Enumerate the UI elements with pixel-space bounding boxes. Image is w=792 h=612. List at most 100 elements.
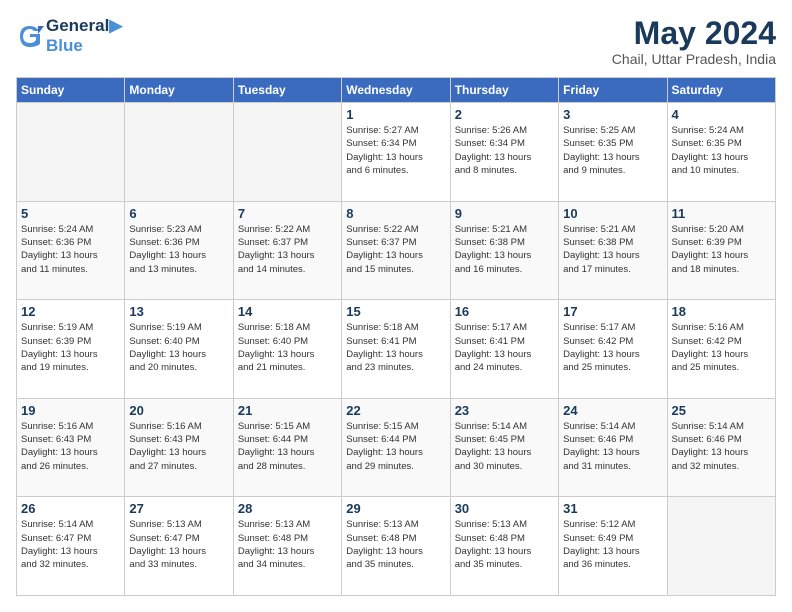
day-detail: Sunrise: 5:19 AM Sunset: 6:40 PM Dayligh… [129, 321, 228, 374]
calendar-week-row: 1 Sunrise: 5:27 AM Sunset: 6:34 PM Daylig… [17, 103, 776, 202]
day-number: 18 [672, 304, 771, 319]
day-number: 14 [238, 304, 337, 319]
day-of-week-header: Tuesday [233, 78, 341, 103]
calendar-cell: 4 Sunrise: 5:24 AM Sunset: 6:35 PM Daylig… [667, 103, 775, 202]
day-detail: Sunrise: 5:13 AM Sunset: 6:48 PM Dayligh… [455, 518, 554, 571]
calendar-header-row: SundayMondayTuesdayWednesdayThursdayFrid… [17, 78, 776, 103]
calendar-cell: 9 Sunrise: 5:21 AM Sunset: 6:38 PM Daylig… [450, 201, 558, 300]
day-of-week-header: Friday [559, 78, 667, 103]
day-number: 13 [129, 304, 228, 319]
day-number: 15 [346, 304, 445, 319]
day-detail: Sunrise: 5:16 AM Sunset: 6:43 PM Dayligh… [129, 420, 228, 473]
day-detail: Sunrise: 5:22 AM Sunset: 6:37 PM Dayligh… [238, 223, 337, 276]
day-number: 9 [455, 206, 554, 221]
day-detail: Sunrise: 5:14 AM Sunset: 6:47 PM Dayligh… [21, 518, 120, 571]
day-number: 17 [563, 304, 662, 319]
day-detail: Sunrise: 5:13 AM Sunset: 6:48 PM Dayligh… [238, 518, 337, 571]
day-number: 10 [563, 206, 662, 221]
day-of-week-header: Monday [125, 78, 233, 103]
day-number: 4 [672, 107, 771, 122]
day-number: 30 [455, 501, 554, 516]
day-number: 2 [455, 107, 554, 122]
day-detail: Sunrise: 5:24 AM Sunset: 6:36 PM Dayligh… [21, 223, 120, 276]
day-number: 21 [238, 403, 337, 418]
day-number: 3 [563, 107, 662, 122]
day-detail: Sunrise: 5:24 AM Sunset: 6:35 PM Dayligh… [672, 124, 771, 177]
calendar-cell [667, 497, 775, 596]
day-detail: Sunrise: 5:23 AM Sunset: 6:36 PM Dayligh… [129, 223, 228, 276]
day-detail: Sunrise: 5:26 AM Sunset: 6:34 PM Dayligh… [455, 124, 554, 177]
day-number: 24 [563, 403, 662, 418]
day-number: 23 [455, 403, 554, 418]
day-of-week-header: Sunday [17, 78, 125, 103]
calendar-table: SundayMondayTuesdayWednesdayThursdayFrid… [16, 77, 776, 596]
calendar-week-row: 26Sunrise: 5:14 AM Sunset: 6:47 PM Dayli… [17, 497, 776, 596]
calendar-cell: 14 Sunrise: 5:18 AM Sunset: 6:40 PM Dayli… [233, 300, 341, 399]
day-number: 1 [346, 107, 445, 122]
day-detail: Sunrise: 5:14 AM Sunset: 6:46 PM Dayligh… [563, 420, 662, 473]
calendar-cell: 7 Sunrise: 5:22 AM Sunset: 6:37 PM Daylig… [233, 201, 341, 300]
month-year: May 2024 [612, 16, 776, 51]
day-detail: Sunrise: 5:14 AM Sunset: 6:45 PM Dayligh… [455, 420, 554, 473]
calendar-cell: 2 Sunrise: 5:26 AM Sunset: 6:34 PM Daylig… [450, 103, 558, 202]
calendar-cell: 15 Sunrise: 5:18 AM Sunset: 6:41 PM Dayli… [342, 300, 450, 399]
day-number: 29 [346, 501, 445, 516]
day-detail: Sunrise: 5:21 AM Sunset: 6:38 PM Dayligh… [563, 223, 662, 276]
calendar-cell [233, 103, 341, 202]
day-of-week-header: Thursday [450, 78, 558, 103]
calendar-cell: 18 Sunrise: 5:16 AM Sunset: 6:42 PM Dayli… [667, 300, 775, 399]
day-detail: Sunrise: 5:13 AM Sunset: 6:47 PM Dayligh… [129, 518, 228, 571]
calendar-cell: 20 Sunrise: 5:16 AM Sunset: 6:43 PM Dayli… [125, 398, 233, 497]
calendar-cell: 10 Sunrise: 5:21 AM Sunset: 6:38 PM Dayli… [559, 201, 667, 300]
day-detail: Sunrise: 5:25 AM Sunset: 6:35 PM Dayligh… [563, 124, 662, 177]
calendar-week-row: 19 Sunrise: 5:16 AM Sunset: 6:43 PM Dayli… [17, 398, 776, 497]
day-detail: Sunrise: 5:21 AM Sunset: 6:38 PM Dayligh… [455, 223, 554, 276]
day-number: 25 [672, 403, 771, 418]
calendar-cell: 23 Sunrise: 5:14 AM Sunset: 6:45 PM Dayli… [450, 398, 558, 497]
day-detail: Sunrise: 5:16 AM Sunset: 6:42 PM Dayligh… [672, 321, 771, 374]
day-number: 12 [21, 304, 120, 319]
calendar-week-row: 5 Sunrise: 5:24 AM Sunset: 6:36 PM Daylig… [17, 201, 776, 300]
calendar-cell: 6Sunrise: 5:23 AM Sunset: 6:36 PM Daylig… [125, 201, 233, 300]
day-detail: Sunrise: 5:13 AM Sunset: 6:48 PM Dayligh… [346, 518, 445, 571]
day-number: 20 [129, 403, 228, 418]
calendar-cell: 17 Sunrise: 5:17 AM Sunset: 6:42 PM Dayli… [559, 300, 667, 399]
day-detail: Sunrise: 5:27 AM Sunset: 6:34 PM Dayligh… [346, 124, 445, 177]
calendar-cell: 26Sunrise: 5:14 AM Sunset: 6:47 PM Dayli… [17, 497, 125, 596]
calendar-cell: 22 Sunrise: 5:15 AM Sunset: 6:44 PM Dayli… [342, 398, 450, 497]
calendar-cell: 13 Sunrise: 5:19 AM Sunset: 6:40 PM Dayli… [125, 300, 233, 399]
day-number: 5 [21, 206, 120, 221]
day-number: 28 [238, 501, 337, 516]
calendar-cell: 29 Sunrise: 5:13 AM Sunset: 6:48 PM Dayli… [342, 497, 450, 596]
calendar-cell: 25Sunrise: 5:14 AM Sunset: 6:46 PM Dayli… [667, 398, 775, 497]
calendar-cell: 11Sunrise: 5:20 AM Sunset: 6:39 PM Dayli… [667, 201, 775, 300]
day-detail: Sunrise: 5:18 AM Sunset: 6:40 PM Dayligh… [238, 321, 337, 374]
day-detail: Sunrise: 5:12 AM Sunset: 6:49 PM Dayligh… [563, 518, 662, 571]
calendar-cell: 19 Sunrise: 5:16 AM Sunset: 6:43 PM Dayli… [17, 398, 125, 497]
calendar-cell [17, 103, 125, 202]
day-number: 27 [129, 501, 228, 516]
day-number: 8 [346, 206, 445, 221]
calendar-cell: 24 Sunrise: 5:14 AM Sunset: 6:46 PM Dayli… [559, 398, 667, 497]
calendar-cell: 12Sunrise: 5:19 AM Sunset: 6:39 PM Dayli… [17, 300, 125, 399]
day-number: 7 [238, 206, 337, 221]
day-detail: Sunrise: 5:17 AM Sunset: 6:41 PM Dayligh… [455, 321, 554, 374]
day-detail: Sunrise: 5:15 AM Sunset: 6:44 PM Dayligh… [238, 420, 337, 473]
day-number: 16 [455, 304, 554, 319]
day-detail: Sunrise: 5:15 AM Sunset: 6:44 PM Dayligh… [346, 420, 445, 473]
day-detail: Sunrise: 5:22 AM Sunset: 6:37 PM Dayligh… [346, 223, 445, 276]
day-detail: Sunrise: 5:18 AM Sunset: 6:41 PM Dayligh… [346, 321, 445, 374]
calendar-cell [125, 103, 233, 202]
day-number: 19 [21, 403, 120, 418]
title-block: May 2024 Chail, Uttar Pradesh, India [612, 16, 776, 67]
logo: General▶ Blue [16, 16, 122, 56]
calendar-cell: 31Sunrise: 5:12 AM Sunset: 6:49 PM Dayli… [559, 497, 667, 596]
day-detail: Sunrise: 5:17 AM Sunset: 6:42 PM Dayligh… [563, 321, 662, 374]
day-detail: Sunrise: 5:16 AM Sunset: 6:43 PM Dayligh… [21, 420, 120, 473]
calendar-cell: 21 Sunrise: 5:15 AM Sunset: 6:44 PM Dayli… [233, 398, 341, 497]
calendar-cell: 30 Sunrise: 5:13 AM Sunset: 6:48 PM Dayli… [450, 497, 558, 596]
calendar-cell: 8 Sunrise: 5:22 AM Sunset: 6:37 PM Daylig… [342, 201, 450, 300]
day-number: 22 [346, 403, 445, 418]
day-of-week-header: Wednesday [342, 78, 450, 103]
calendar-cell: 1 Sunrise: 5:27 AM Sunset: 6:34 PM Daylig… [342, 103, 450, 202]
